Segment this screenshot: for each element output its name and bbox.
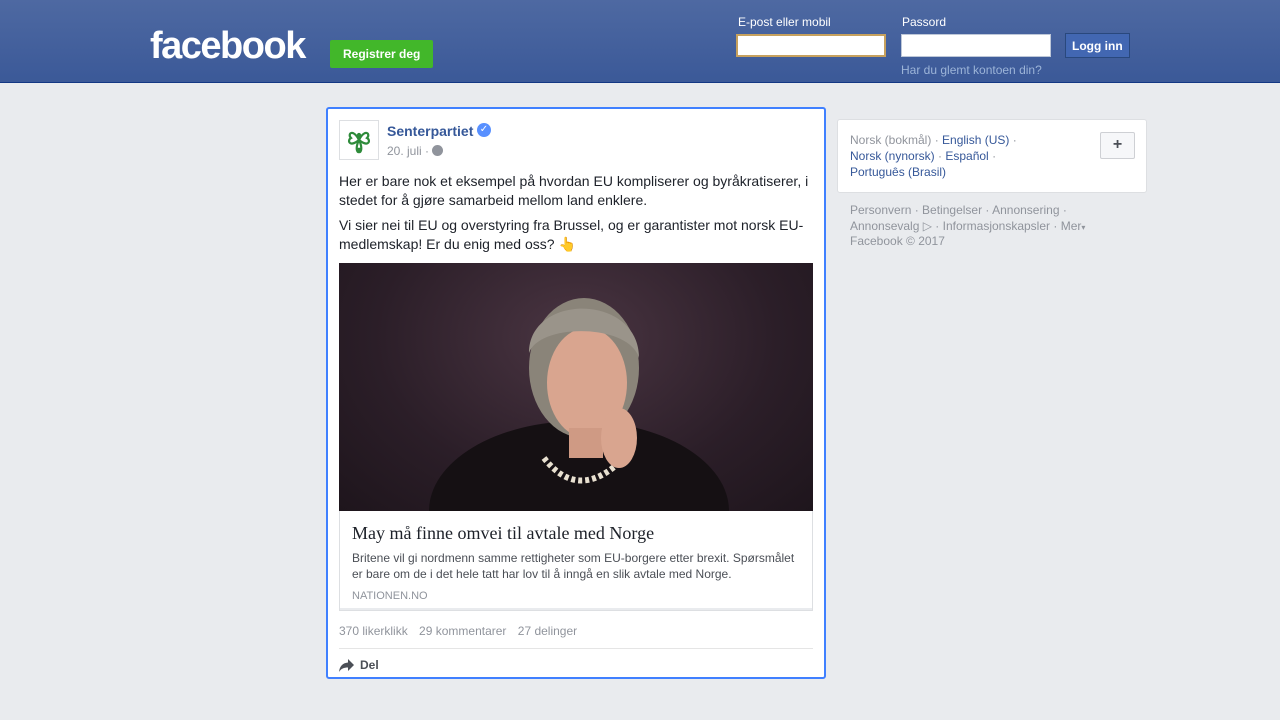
register-button[interactable]: Registrer deg [330, 40, 434, 68]
footer-adchoices[interactable]: Annonsevalg ▷ [850, 219, 932, 233]
share-label: Del [360, 658, 379, 672]
globe-icon [432, 145, 443, 156]
likes-count[interactable]: 370 likerklikk [339, 624, 408, 638]
language-line-2: Norsk (nynorsk) · Español · [850, 149, 997, 163]
portrait-photo [429, 298, 729, 511]
link-domain: NATIONEN.NO [352, 590, 428, 602]
link-title[interactable]: May må finne omvei til avtale med Norge [352, 523, 654, 544]
login-button[interactable]: Logg inn [1065, 33, 1130, 58]
share-arrow-icon [339, 658, 354, 672]
footer-more[interactable]: Mer▾ [1061, 219, 1086, 233]
language-selector: Norsk (bokmål) · English (US) · Norsk (n… [837, 119, 1147, 193]
link-preview[interactable]: May må finne omvei til avtale med Norge … [339, 511, 813, 611]
language-portuguese[interactable]: Português (Brasil) [850, 165, 946, 179]
footer-links: Personvern · Betingelser · Annonsering ·… [850, 203, 1086, 233]
adchoices-icon: ▷ [922, 219, 932, 233]
post-date[interactable]: 20. juli · [387, 144, 429, 158]
copyright: Facebook © 2017 [850, 234, 945, 248]
language-line-1: Norsk (bokmål) · English (US) · [850, 133, 1017, 147]
post-card: Senterpartiet ✓ 20. juli · Her er bare n… [326, 107, 826, 679]
facebook-logo[interactable]: facebook [150, 26, 306, 66]
footer-ads[interactable]: Annonsering [992, 203, 1059, 217]
forgot-account-link[interactable]: Har du glemt kontoen din? [901, 63, 1042, 77]
post-paragraph-2: Vi sier nei til EU og overstyring fra Br… [339, 216, 815, 254]
post-stats: 370 likerklikk 29 kommentarer 27 delinge… [339, 624, 585, 638]
language-spanish[interactable]: Español [945, 149, 988, 163]
verified-badge-icon: ✓ [477, 123, 491, 137]
footer-terms[interactable]: Betingelser [922, 203, 982, 217]
top-bar: facebook Registrer deg E-post eller mobi… [0, 0, 1280, 83]
comments-count[interactable]: 29 kommentarer [419, 624, 506, 638]
pointing-hand-emoji-icon: 👆 [558, 236, 576, 252]
page-avatar[interactable] [339, 120, 379, 160]
footer-adchoices-label: Annonsevalg [850, 219, 920, 233]
email-label: E-post eller mobil [738, 15, 831, 29]
language-line-3: Português (Brasil) [850, 165, 946, 179]
footer-cookies[interactable]: Informasjonskapsler [943, 219, 1050, 233]
clover-logo-icon [348, 131, 370, 154]
password-label: Passord [902, 15, 947, 29]
more-languages-button[interactable]: + [1100, 132, 1135, 159]
post-paragraph-1: Her er bare nok et eksempel på hvordan E… [339, 173, 809, 208]
email-field[interactable] [736, 34, 886, 57]
language-current: Norsk (bokmål) [850, 133, 932, 147]
link-description: Britene vil gi nordmenn samme rettighete… [352, 551, 795, 581]
language-english[interactable]: English (US) [942, 133, 1009, 147]
password-field[interactable] [901, 34, 1051, 57]
shares-count[interactable]: 27 delinger [518, 624, 577, 638]
language-nynorsk[interactable]: Norsk (nynorsk) [850, 149, 935, 163]
caret-down-icon: ▾ [1081, 223, 1086, 232]
action-divider [339, 648, 813, 649]
footer-more-label: Mer [1060, 219, 1082, 233]
share-button[interactable]: Del [339, 656, 379, 674]
link-preview-image[interactable] [339, 263, 813, 511]
page-name-link[interactable]: Senterpartiet [387, 123, 473, 139]
footer-privacy[interactable]: Personvern [850, 203, 911, 217]
